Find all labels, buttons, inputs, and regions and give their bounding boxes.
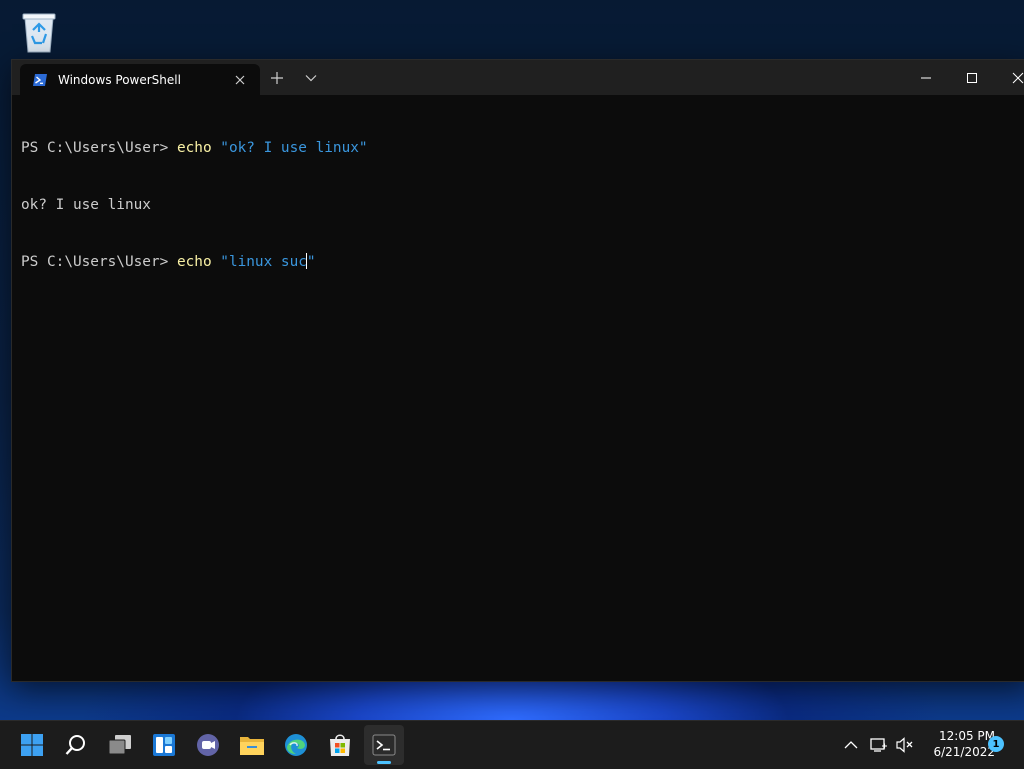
powershell-icon bbox=[32, 72, 48, 88]
edge-icon[interactable] bbox=[276, 725, 316, 765]
close-tab-icon[interactable] bbox=[228, 68, 252, 92]
network-icon[interactable] bbox=[868, 733, 890, 757]
new-tab-icon[interactable] bbox=[262, 65, 292, 91]
console-line: PS C:\Users\User> echo "ok? I use linux" bbox=[21, 139, 1024, 158]
recycle-bin-icon[interactable] bbox=[14, 6, 64, 58]
terminal-window[interactable]: Windows PowerShell PS C:\Users\User> ech… bbox=[12, 60, 1024, 681]
widgets-icon[interactable] bbox=[144, 725, 184, 765]
show-hidden-icons-icon[interactable] bbox=[840, 733, 862, 757]
search-icon[interactable] bbox=[56, 725, 96, 765]
tab-title: Windows PowerShell bbox=[58, 72, 181, 87]
notification-badge[interactable]: 1 bbox=[988, 736, 1004, 752]
prompt: PS C:\Users\User> bbox=[21, 140, 177, 156]
task-view-icon[interactable] bbox=[100, 725, 140, 765]
chevron-down-icon[interactable] bbox=[296, 65, 326, 91]
console-line: ok? I use linux bbox=[21, 196, 1024, 215]
clock-time: 12:05 PM bbox=[939, 729, 995, 743]
prompt: PS C:\Users\User> bbox=[21, 254, 177, 270]
command-argument: "linux suc bbox=[220, 254, 307, 270]
command: echo bbox=[176, 140, 212, 156]
clock[interactable]: 12:05 PM 6/21/2022 bbox=[915, 728, 995, 760]
teams-chat-icon[interactable] bbox=[188, 725, 228, 765]
title-bar[interactable]: Windows PowerShell bbox=[12, 60, 1024, 95]
command-argument-tail: " bbox=[306, 254, 316, 270]
tab-windows-powershell[interactable]: Windows PowerShell bbox=[20, 64, 260, 95]
command: echo bbox=[176, 254, 212, 270]
command-argument: "ok? I use linux" bbox=[220, 140, 368, 156]
console-line: PS C:\Users\User> echo "linux suc" bbox=[21, 253, 1024, 272]
volume-muted-icon[interactable] bbox=[894, 733, 916, 757]
command-output: ok? I use linux bbox=[21, 197, 151, 213]
close-icon[interactable] bbox=[995, 60, 1024, 95]
start-icon[interactable] bbox=[12, 725, 52, 765]
minimize-icon[interactable] bbox=[903, 60, 949, 95]
maximize-icon[interactable] bbox=[949, 60, 995, 95]
clock-date: 6/21/2022 bbox=[933, 745, 995, 759]
taskbar: 12:05 PM 6/21/2022 1 bbox=[0, 720, 1024, 769]
store-icon[interactable] bbox=[320, 725, 360, 765]
console-output[interactable]: PS C:\Users\User> echo "ok? I use linux"… bbox=[21, 101, 1024, 681]
file-explorer-icon[interactable] bbox=[232, 725, 272, 765]
terminal-icon[interactable] bbox=[364, 725, 404, 765]
